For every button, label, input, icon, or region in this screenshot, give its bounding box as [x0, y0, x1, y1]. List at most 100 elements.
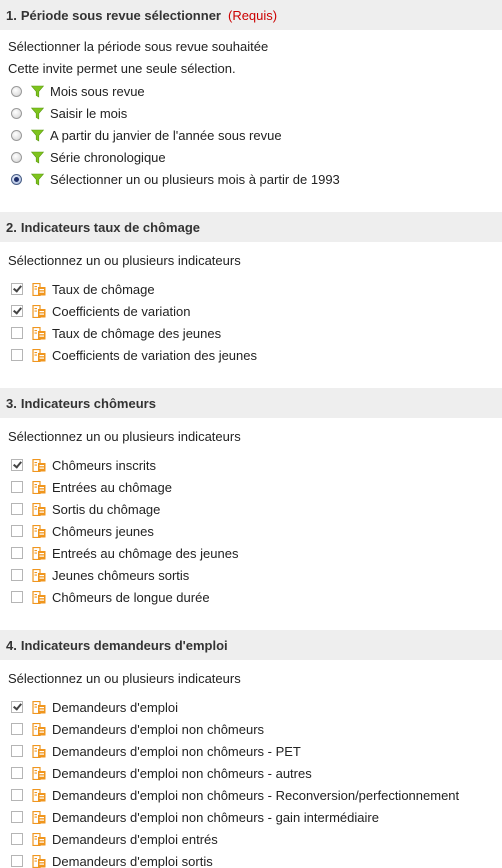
indicator-icon [32, 502, 46, 516]
option-label: Sélectionner un ou plusieurs mois à part… [50, 171, 340, 187]
indicator-icon [32, 590, 46, 604]
checkbox[interactable] [11, 789, 23, 801]
option-mois-sous-revue[interactable]: Mois sous revue [0, 80, 502, 102]
option-serie-chronologique[interactable]: Série chronologique [0, 146, 502, 168]
section-2-header: 2. Indicateurs taux de chômage [0, 212, 502, 242]
checkbox[interactable] [11, 701, 23, 713]
indicator-icon [32, 326, 46, 340]
option-label: Saisir le mois [50, 105, 128, 121]
checkbox[interactable] [11, 811, 23, 823]
option-entrees-au-chomage[interactable]: Entrées au chômage [0, 476, 502, 498]
checkbox[interactable] [11, 459, 23, 471]
checkbox[interactable] [11, 767, 23, 779]
radio-button[interactable] [11, 107, 22, 119]
option-label: Entrées au chômage [52, 479, 172, 495]
option-demandeurs-d-emploi-entres[interactable]: Demandeurs d'emploi entrés [0, 828, 502, 850]
option-chomeurs-de-longue-duree[interactable]: Chômeurs de longue durée [0, 586, 502, 608]
option-a-partir-du-janvier-de-l-annee-sous-revue[interactable]: A partir du janvier de l'année sous revu… [0, 124, 502, 146]
option-demandeurs-d-emploi-non-chomeurs-gain-intermediaire[interactable]: Demandeurs d'emploi non chômeurs - gain … [0, 806, 502, 828]
checkbox[interactable] [11, 591, 23, 603]
option-label: Demandeurs d'emploi sortis [52, 853, 213, 868]
indicator-icon [32, 810, 46, 824]
option-label: Chômeurs jeunes [52, 523, 154, 539]
option-chomeurs-inscrits[interactable]: Chômeurs inscrits [0, 454, 502, 476]
option-taux-de-chomage[interactable]: Taux de chômage [0, 278, 502, 300]
option-saisir-le-mois[interactable]: Saisir le mois [0, 102, 502, 124]
checkbox[interactable] [11, 833, 23, 845]
indicator-icon [32, 788, 46, 802]
prompt-text: Cette invite permet une seule sélection. [8, 61, 236, 76]
indicator-icon [32, 832, 46, 846]
option-entrees-au-chomage-des-jeunes[interactable]: Entreés au chômage des jeunes [0, 542, 502, 564]
checkbox[interactable] [11, 723, 23, 735]
option-label: Demandeurs d'emploi non chômeurs - PET [52, 743, 301, 759]
indicator-icon [32, 282, 46, 296]
section-2: 2. Indicateurs taux de chômage Sélection… [0, 212, 502, 366]
option-label: Coefficients de variation des jeunes [52, 347, 257, 363]
option-demandeurs-d-emploi-non-chomeurs-autres[interactable]: Demandeurs d'emploi non chômeurs - autre… [0, 762, 502, 784]
checkbox[interactable] [11, 283, 23, 295]
option-sortis-du-chomage[interactable]: Sortis du chômage [0, 498, 502, 520]
indicator-icon [32, 304, 46, 318]
option-demandeurs-d-emploi[interactable]: Demandeurs d'emploi [0, 696, 502, 718]
section-number: 4. [6, 637, 17, 653]
section-3: 3. Indicateurs chômeurs Sélectionnez un … [0, 388, 502, 608]
prompt-text: Sélectionnez un ou plusieurs indicateurs [8, 429, 241, 444]
indicator-icon [32, 546, 46, 560]
checkbox[interactable] [11, 327, 23, 339]
section-number: 1. [6, 7, 17, 23]
option-label: A partir du janvier de l'année sous revu… [50, 127, 282, 143]
radio-button[interactable] [11, 151, 22, 163]
indicator-icon [32, 766, 46, 780]
option-label: Entreés au chômage des jeunes [52, 545, 239, 561]
option-taux-de-chomage-des-jeunes[interactable]: Taux de chômage des jeunes [0, 322, 502, 344]
checkbox[interactable] [11, 305, 23, 317]
indicator-icon [32, 480, 46, 494]
option-coefficients-de-variation-des-jeunes[interactable]: Coefficients de variation des jeunes [0, 344, 502, 366]
radio-button[interactable] [11, 85, 22, 97]
checkbox[interactable] [11, 481, 23, 493]
option-jeunes-chomeurs-sortis[interactable]: Jeunes chômeurs sortis [0, 564, 502, 586]
option-label: Série chronologique [50, 149, 166, 165]
required-marker: (Requis) [227, 7, 278, 23]
option-demandeurs-d-emploi-sortis[interactable]: Demandeurs d'emploi sortis [0, 850, 502, 868]
prompt-text: Sélectionnez un ou plusieurs indicateurs [8, 671, 241, 686]
indicator-icon [32, 744, 46, 758]
option-label: Demandeurs d'emploi [52, 699, 179, 715]
option-label: Demandeurs d'emploi non chômeurs [52, 721, 265, 737]
indicator-icon [32, 348, 46, 362]
option-label: Coefficients de variation [52, 303, 191, 319]
checkbox[interactable] [11, 503, 23, 515]
prompt-text: Sélectionnez un ou plusieurs indicateurs [8, 253, 241, 268]
option-demandeurs-d-emploi-non-chomeurs-pet[interactable]: Demandeurs d'emploi non chômeurs - PET [0, 740, 502, 762]
section-title: Indicateurs chômeurs [20, 395, 156, 411]
filter-icon [31, 129, 44, 142]
option-label: Chômeurs de longue durée [52, 589, 210, 605]
checkbox[interactable] [11, 745, 23, 757]
option-label: Sortis du chômage [52, 501, 161, 517]
option-demandeurs-d-emploi-non-chomeurs[interactable]: Demandeurs d'emploi non chômeurs [0, 718, 502, 740]
checkbox[interactable] [11, 349, 23, 361]
indicator-icon [32, 722, 46, 736]
option-demandeurs-d-emploi-non-chomeurs-reconversion-perfectionnement[interactable]: Demandeurs d'emploi non chômeurs - Recon… [0, 784, 502, 806]
indicator-icon [32, 458, 46, 472]
option-label: Demandeurs d'emploi non chômeurs - gain … [52, 809, 379, 825]
option-selectionner-un-ou-plusieurs-mois-a-partir-de-1993[interactable]: Sélectionner un ou plusieurs mois à part… [0, 168, 502, 190]
filter-icon [31, 173, 44, 186]
checkbox[interactable] [11, 547, 23, 559]
checkbox[interactable] [11, 569, 23, 581]
radio-button[interactable] [11, 129, 22, 141]
option-coefficients-de-variation[interactable]: Coefficients de variation [0, 300, 502, 322]
checkbox[interactable] [11, 855, 23, 867]
prompt-page: 1. Période sous revue sélectionner (Requ… [0, 0, 502, 868]
filter-icon [31, 85, 44, 98]
prompt-text: Sélectionner la période sous revue souha… [8, 39, 269, 54]
radio-button[interactable] [11, 173, 22, 185]
option-chomeurs-jeunes[interactable]: Chômeurs jeunes [0, 520, 502, 542]
filter-icon [31, 107, 44, 120]
section-title: Indicateurs taux de chômage [20, 219, 201, 235]
section-number: 2. [6, 219, 17, 235]
checkbox[interactable] [11, 525, 23, 537]
option-label: Demandeurs d'emploi entrés [52, 831, 218, 847]
option-label: Demandeurs d'emploi non chômeurs - Recon… [52, 787, 460, 803]
